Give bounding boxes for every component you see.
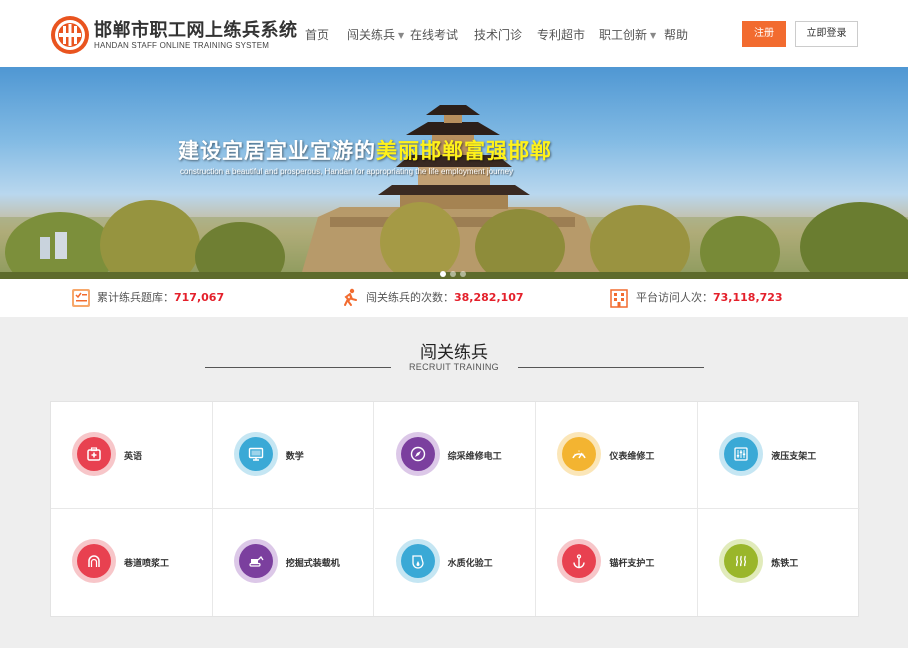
nav-recruit-training-label: 闯关练兵 [347,28,396,42]
nav-staff-innovation[interactable]: 职工创新 ▼ [599,26,656,43]
category-icon-badge [233,432,278,476]
stats-bar: 累计练兵题库：717,067 闯关练兵的次数：38,282,107 平台访问人次… [0,279,908,317]
category-item[interactable]: 巷道喷浆工 [51,509,213,616]
category-item[interactable]: 炼铁工 [698,509,860,616]
category-label: 挖掘式装载机 [285,559,340,569]
carousel-dot-2[interactable] [450,271,456,277]
nav-patent-market[interactable]: 专利超市 [537,26,585,43]
section-title: 闯关练兵 [420,343,488,363]
banner-headline-part1: 建设宜居宜业宜游的 [178,139,376,163]
water-drop-icon [411,555,424,569]
stat-visitors-value: 73,118,723 [713,291,783,304]
category-label: 仪表维修工 [609,452,655,462]
nav-staff-innovation-label: 职工创新 [599,28,648,42]
nav-online-exam-label: 在线考试 [410,28,459,42]
category-icon-badge [233,539,278,583]
category-item[interactable]: 数学 [212,402,375,509]
nav-recruit-training[interactable]: 闯关练兵 ▼ [347,26,404,43]
monitor-icon [248,447,263,461]
carousel-dot-3[interactable] [460,271,466,277]
nav-tech-clinic[interactable]: 技术门诊 [474,26,522,43]
stat-question-bank-label: 累计练兵题库： [97,291,174,304]
category-label: 水质化验工 [447,559,493,569]
first-aid-kit-icon [87,447,101,461]
brand-title[interactable]: 邯郸市职工网上练兵系统 [94,16,298,42]
stat-training-count-label: 闯关练兵的次数： [366,291,454,304]
stat-visitors-label: 平台访问人次： [636,291,713,304]
nav-help-label: 帮助 [664,28,689,42]
login-button[interactable]: 立即登录 [795,21,858,47]
category-item[interactable]: 锚杆支护工 [536,509,698,616]
tunnel-icon [88,555,100,567]
heat-waves-icon [736,555,747,567]
stat-training-count-value: 38,282,107 [454,291,524,304]
category-item[interactable]: 综采维修电工 [374,402,537,509]
category-label: 液压支架工 [771,452,817,462]
nav-online-exam[interactable]: 在线考试 [410,26,458,43]
building-icon [610,289,628,308]
stat-question-bank-value: 717,067 [174,291,225,304]
category-item[interactable]: 挖掘式装载机 [213,509,375,616]
category-icon-badge [719,539,764,583]
sliders-icon [734,447,748,461]
banner-subtitle: construction a beautiful and prosperous,… [180,167,514,176]
category-item[interactable]: 英语 [51,402,213,509]
hero-banner[interactable]: 建设宜居宜业宜游的美丽邯郸富强邯郸 construction a beautif… [0,67,908,279]
category-label: 数学 [285,452,304,462]
exam-list-icon [72,289,90,307]
stat-training-count: 闯关练兵的次数：38,282,107 [366,289,524,305]
nav-home[interactable]: 首页 [305,26,329,43]
union-logo-icon[interactable] [50,15,90,55]
chevron-down-icon: ▼ [398,31,405,40]
category-label: 锚杆支护工 [609,559,655,569]
excavator-icon [249,555,264,567]
section-subtitle: RECRUIT TRAINING [409,362,499,372]
category-item[interactable]: 液压支架工 [698,402,860,509]
running-icon [344,288,357,306]
category-icon-badge [72,432,116,476]
nav-help[interactable]: 帮助 [664,26,688,43]
category-label: 炼铁工 [771,559,799,569]
banner-headline-highlight: 美丽邯郸富强邯郸 [376,139,552,163]
category-label: 综采维修电工 [447,452,502,462]
category-grid: 英语 数学 综采维修电工 仪表维修工 液压支架工巷道喷浆工 挖掘式装载机 水质化验工 锚杆支护… [50,401,860,617]
category-icon-badge [395,539,440,583]
category-label: 巷道喷浆工 [124,559,170,569]
stat-question-bank: 累计练兵题库：717,067 [97,289,224,305]
carousel-indicators [440,262,470,279]
gauge-icon [572,450,587,459]
anchor-icon [573,554,586,569]
category-icon-badge [719,432,764,476]
compass-icon [410,446,425,462]
category-icon-badge [395,432,440,476]
nav-home-label: 首页 [305,28,330,42]
category-item[interactable]: 水质化验工 [375,509,537,616]
category-item[interactable]: 仪表维修工 [536,402,698,509]
category-icon-badge [72,539,116,583]
nav-patent-market-label: 专利超市 [537,28,586,42]
category-icon-badge [557,432,602,476]
banner-headline: 建设宜居宜业宜游的美丽邯郸富强邯郸 [178,135,552,165]
header: 邯郸市职工网上练兵系统 HANDAN STAFF ONLINE TRAINING… [0,0,908,67]
carousel-dot-1[interactable] [440,271,446,277]
brand-subtitle: HANDAN STAFF ONLINE TRAINING SYSTEM [94,41,270,50]
nav-tech-clinic-label: 技术门诊 [474,28,523,42]
stat-visitors: 平台访问人次：73,118,723 [636,289,783,305]
chevron-down-icon: ▼ [650,31,657,40]
category-label: 英语 [124,452,143,462]
register-button[interactable]: 注册 [742,21,786,47]
category-icon-badge [557,539,602,583]
